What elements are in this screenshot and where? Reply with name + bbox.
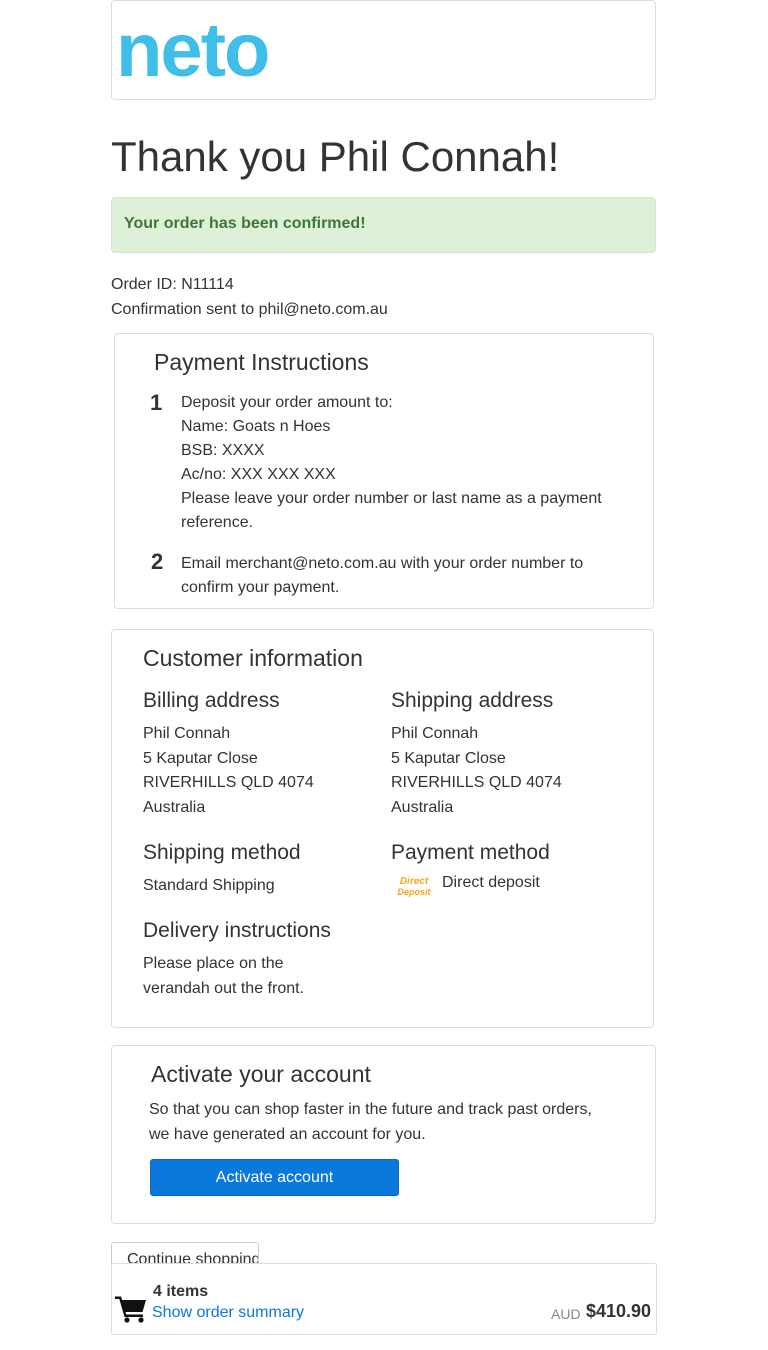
address-line: RIVERHILLS QLD 4074 <box>143 774 314 791</box>
currency-label: AUD <box>551 1306 581 1322</box>
step-line: Name: Goats n Hoes <box>181 418 331 435</box>
activate-account-title: Activate your account <box>151 1061 371 1087</box>
neto-logo[interactable]: neto <box>116 1 270 101</box>
activate-line: we have generated an account for you. <box>149 1126 426 1143</box>
step-line: BSB: XXXX <box>181 442 265 459</box>
step-line: Ac/no: XXX XXX XXX <box>181 466 336 483</box>
delivery-instructions: Please place on the verandah out the fro… <box>143 951 304 1001</box>
order-total: $410.90 <box>586 1301 652 1321</box>
shipping-method-value: Standard Shipping <box>143 877 275 894</box>
payment-method-heading: Payment method <box>391 841 550 864</box>
billing-address-heading: Billing address <box>143 689 280 712</box>
step-line: Email merchant@neto.com.au with your ord… <box>181 555 584 572</box>
order-id: Order ID: N11114 <box>111 276 234 293</box>
step-line: reference. <box>181 514 254 531</box>
step-line: Please leave your order number or last n… <box>181 490 602 507</box>
cart-item-count: 4 items <box>153 1283 209 1300</box>
payment-instructions-panel: Payment Instructions 1 Deposit your orde… <box>114 333 654 609</box>
logo-header: neto <box>111 0 656 100</box>
step-line: confirm your payment. <box>181 579 340 596</box>
activate-account-text: So that you can shop faster in the futur… <box>149 1097 592 1147</box>
payment-method-value: Direct deposit <box>442 874 540 891</box>
address-line: Phil Connah <box>143 725 231 742</box>
logo-line: Direct <box>399 876 429 887</box>
address-line: Australia <box>143 798 206 816</box>
payment-instructions-title: Payment Instructions <box>154 349 369 375</box>
address-line: Australia <box>391 798 454 816</box>
step-number: 1 <box>150 390 163 415</box>
logo-line: Deposit <box>397 887 431 897</box>
shipping-address-heading: Shipping address <box>391 689 554 712</box>
delivery-instructions-heading: Delivery instructions <box>143 919 331 942</box>
step-number: 2 <box>151 549 164 574</box>
shopping-cart-icon[interactable] <box>115 1295 147 1323</box>
order-summary-bar[interactable]: 4 items Show order summary AUD $410.90 <box>111 1263 657 1335</box>
step-2-text: Email merchant@neto.com.au with your ord… <box>181 552 631 600</box>
address-line: RIVERHILLS QLD 4074 <box>391 774 562 791</box>
order-confirmed-alert: Your order has been confirmed! <box>111 197 656 253</box>
step-1-text: Deposit your order amount to: Name: Goat… <box>181 391 631 535</box>
direct-deposit-logo: Direct Deposit <box>395 876 433 898</box>
activate-account-panel: Activate your account So that you can sh… <box>111 1045 656 1224</box>
address-line: 5 Kaputar Close <box>391 749 506 767</box>
page-title: Thank you Phil Connah! <box>111 133 560 180</box>
shipping-address: Phil Connah 5 Kaputar Close RIVERHILLS Q… <box>391 722 562 820</box>
delivery-line: Please place on the <box>143 955 284 972</box>
address-line: 5 Kaputar Close <box>143 749 258 767</box>
shipping-method-heading: Shipping method <box>143 841 301 864</box>
customer-information-panel: Customer information Billing address Phi… <box>111 629 654 1028</box>
customer-information-title: Customer information <box>143 645 363 671</box>
confirmation-email: Confirmation sent to phil@neto.com.au <box>111 301 388 318</box>
activate-account-button[interactable]: Activate account <box>150 1159 399 1196</box>
delivery-line: verandah out the front. <box>143 980 304 997</box>
billing-address: Phil Connah 5 Kaputar Close RIVERHILLS Q… <box>143 722 314 820</box>
address-line: Phil Connah <box>391 725 479 742</box>
step-line: Deposit your order amount to: <box>181 394 393 411</box>
show-order-summary-link[interactable]: Show order summary <box>152 1304 304 1322</box>
activate-line: So that you can shop faster in the futur… <box>149 1101 592 1118</box>
